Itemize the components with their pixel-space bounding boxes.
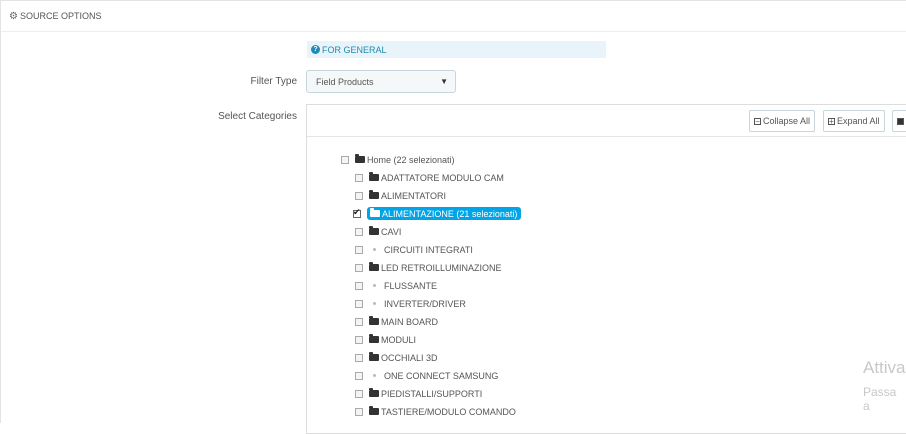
tree-checkbox[interactable] <box>353 207 361 218</box>
tree-item[interactable]: FLUSSANTE <box>355 278 437 293</box>
filter-type-value: Field Products <box>316 76 374 87</box>
folder-icon <box>369 190 379 199</box>
bullet-icon <box>373 374 376 377</box>
info-bar: ? FOR GENERAL <box>307 41 606 58</box>
caret-down-icon: ▼ <box>440 77 448 86</box>
tree-checkbox[interactable] <box>355 389 363 398</box>
tree-checkbox[interactable] <box>355 407 363 416</box>
tree-item[interactable]: TASTIERE/MODULO COMANDO <box>355 404 516 419</box>
tree-checkbox[interactable] <box>355 191 363 200</box>
tree-item-label: ADATTATORE MODULO CAM <box>381 172 504 183</box>
tree-checkbox[interactable] <box>355 263 363 272</box>
tree-item-label: INVERTER/DRIVER <box>384 298 466 309</box>
tree-item-label: ALIMENTATORI <box>381 190 447 201</box>
panel-title: SOURCE OPTIONS <box>19 11 102 21</box>
activation-watermark-subtitle: Passa a <box>863 385 897 413</box>
tree-root-home[interactable]: Home (22 selezionati) <box>341 152 455 167</box>
tree-item-label: OCCHIALI 3D <box>381 352 438 363</box>
tree-item-label: MODULI <box>381 334 417 345</box>
tree-item[interactable]: ALIMENTATORI <box>355 188 446 203</box>
folder-icon <box>369 316 379 325</box>
selected-highlight: ALIMENTAZIONE (21 selezionati) <box>367 207 522 220</box>
tree-item-label: ONE CONNECT SAMSUNG <box>384 370 499 381</box>
bullet-icon <box>373 284 376 287</box>
tree-item[interactable]: LED RETROILLUMINAZIONE <box>355 260 502 275</box>
tree-checkbox[interactable] <box>355 335 363 344</box>
tree-item[interactable]: INVERTER/DRIVER <box>355 296 466 311</box>
folder-icon <box>369 352 379 361</box>
folder-icon <box>369 262 379 271</box>
folder-icon <box>370 208 380 217</box>
collapse-icon: − <box>754 116 761 126</box>
tree-item-label: CAVI <box>381 226 402 237</box>
tree-item-label: CIRCUITI INTEGRATI <box>384 244 473 255</box>
tree-checkbox[interactable] <box>355 371 363 380</box>
tree-item[interactable]: MODULI <box>355 332 416 347</box>
tree-item[interactable]: ONE CONNECT SAMSUNG <box>355 368 498 383</box>
select-categories-label: Select Categories <box>218 111 297 122</box>
tree-checkbox[interactable] <box>355 317 363 326</box>
folder-open-icon <box>355 154 365 163</box>
tree-item-label: FLUSSANTE <box>384 280 438 291</box>
tree-checkbox[interactable] <box>341 155 349 164</box>
question-circle-icon: ? <box>311 45 320 54</box>
folder-icon <box>369 226 379 235</box>
tree-item-label: LED RETROILLUMINAZIONE <box>381 262 502 273</box>
bullet-icon <box>373 302 376 305</box>
tree-item[interactable]: ALIMENTAZIONE (21 selezionati) <box>353 206 522 221</box>
cogs-icon: ⚙ <box>9 10 18 22</box>
folder-icon <box>369 334 379 343</box>
tree-item[interactable]: ADATTATORE MODULO CAM <box>355 170 504 185</box>
check-all-button[interactable] <box>892 110 906 132</box>
bullet-icon <box>373 248 376 251</box>
source-options-panel: ⚙ SOURCE OPTIONS ? FOR GENERAL Filter Ty… <box>0 0 906 434</box>
tree-item[interactable]: PIEDISTALLI/SUPPORTI <box>355 386 482 401</box>
folder-icon <box>369 406 379 415</box>
tree-item[interactable]: OCCHIALI 3D <box>355 350 438 365</box>
tree-root-label: Home (22 selezionati) <box>367 154 455 165</box>
expand-all-button[interactable]: + Expand All <box>823 110 885 132</box>
tree-checkbox[interactable] <box>355 281 363 290</box>
filter-type-select[interactable]: Field Products ▼ <box>306 70 456 93</box>
expand-icon: + <box>828 116 835 126</box>
tree-checkbox[interactable] <box>355 353 363 362</box>
tree-item-label: ALIMENTAZIONE (21 selezionati) <box>382 208 518 219</box>
tree-toolbar: − Collapse All + Expand All <box>307 105 906 137</box>
tree-item-label: PIEDISTALLI/SUPPORTI <box>381 388 483 399</box>
filter-type-label: Filter Type <box>250 76 298 87</box>
collapse-all-label: Collapse All <box>763 116 811 126</box>
info-text: FOR GENERAL <box>322 44 387 55</box>
check-square-icon <box>897 117 904 125</box>
tree-item-label: MAIN BOARD <box>381 316 439 327</box>
expand-all-label: Expand All <box>837 116 880 126</box>
activation-watermark-title: Attiva <box>863 358 906 377</box>
folder-icon <box>369 172 379 181</box>
tree-checkbox[interactable] <box>355 173 363 182</box>
tree-checkbox[interactable] <box>355 299 363 308</box>
collapse-all-button[interactable]: − Collapse All <box>749 110 816 132</box>
tree-checkbox[interactable] <box>355 227 363 236</box>
tree-item-label: TASTIERE/MODULO COMANDO <box>381 406 516 417</box>
tree-checkbox[interactable] <box>355 245 363 254</box>
panel-heading: ⚙ SOURCE OPTIONS <box>1 1 906 32</box>
tree-item[interactable]: CAVI <box>355 224 401 239</box>
folder-icon <box>369 388 379 397</box>
category-tree-panel: − Collapse All + Expand All Home (22 sel… <box>306 104 906 434</box>
tree-item[interactable]: CIRCUITI INTEGRATI <box>355 242 473 257</box>
tree-item[interactable]: MAIN BOARD <box>355 314 438 329</box>
